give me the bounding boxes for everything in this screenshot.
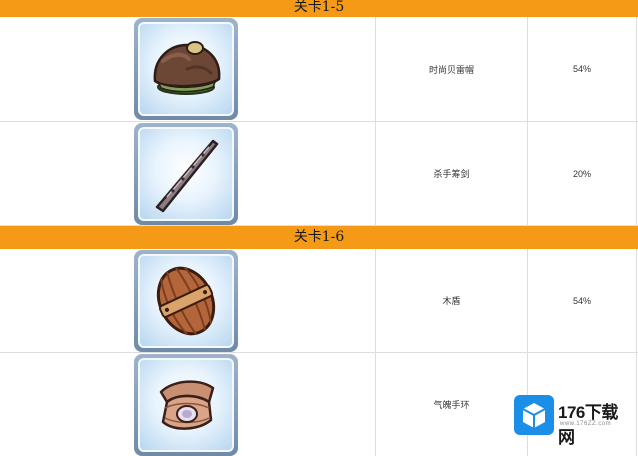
item-name: 时尚贝雷帽 xyxy=(428,64,474,75)
column-divider xyxy=(636,122,637,225)
column-divider xyxy=(636,353,637,456)
stage-header: 关卡1-5 xyxy=(0,0,638,17)
drop-rate: 20% xyxy=(572,168,591,179)
stage-header: 关卡1-6 xyxy=(0,226,638,249)
column-divider xyxy=(636,249,637,352)
table-row: 时尚贝雷帽 54% xyxy=(0,17,638,122)
watermark-url: www.176ZZ.com xyxy=(560,421,612,427)
item-card[interactable] xyxy=(134,354,238,456)
site-watermark: 176下载网 www.176ZZ.com xyxy=(514,395,634,447)
item-name: 气魄手环 xyxy=(433,400,470,410)
drop-rate: 54% xyxy=(572,295,591,306)
bracelet-icon xyxy=(159,380,215,430)
drop-table: 关卡1-5 时尚贝雷帽 54% 杀手筹剑 20% 关卡1-6 木盾 54% 气魄… xyxy=(0,0,638,456)
table-row: 杀手筹剑 20% xyxy=(0,122,638,226)
beret-icon xyxy=(153,41,221,95)
item-name: 杀手筹剑 xyxy=(433,169,470,179)
item-card[interactable] xyxy=(134,18,238,120)
table-row: 木盾 54% xyxy=(0,249,638,353)
column-divider xyxy=(636,17,637,121)
item-card[interactable] xyxy=(134,123,238,225)
item-card[interactable] xyxy=(134,250,238,352)
thin-sword-icon xyxy=(155,139,219,213)
item-name: 木盾 xyxy=(442,296,461,306)
drop-rate: 54% xyxy=(572,64,591,74)
wooden-shield-icon xyxy=(156,266,216,336)
cube-logo-icon xyxy=(522,403,546,428)
watermark-logo xyxy=(514,395,554,435)
